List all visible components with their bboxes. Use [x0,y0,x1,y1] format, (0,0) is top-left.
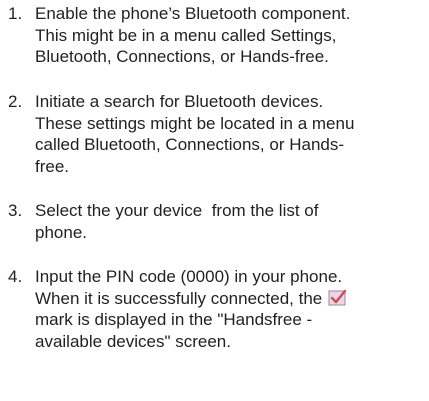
step-line: phone. [35,222,87,242]
step-line: Bluetooth, Connections, or Hands-free. [35,47,329,66]
step-line: When it is successfully connected, the [35,288,323,308]
step-number: 2. [8,92,23,111]
step-text: Initiate a search for Bluetooth devices.… [35,91,426,177]
step-text: Enable the phone’s Bluetooth component. … [35,3,426,68]
step-line: mark is displayed in the "Handsfree - [35,310,313,329]
step-line: Input the PIN code (0000) in your phone. [35,267,343,286]
step-line: Select the your device from the list of [35,201,319,220]
step-line: These settings might be located in a men… [35,113,355,133]
step-line: Initiate a search for Bluetooth devices. [35,92,324,111]
step-3: 3. Select the your device from the list … [8,200,426,243]
step-2: 2. Initiate a search for Bluetooth devic… [8,91,426,177]
step-1: 1. Enable the phone’s Bluetooth componen… [8,3,426,68]
step-line: This might be in a menu called Settings, [35,25,337,45]
step-line: Enable the phone’s Bluetooth component. [35,4,351,23]
step-text: Select the your device from the list of … [35,200,426,243]
step-number: 1. [8,4,23,23]
step-line: available devices" screen. [35,331,231,351]
step-line: called Bluetooth, Connections, or Hands- [35,135,345,154]
step-number: 4. [8,267,23,286]
step-line: free. [35,156,70,176]
step-number: 3. [8,201,23,220]
step-4: 4. Input the PIN code (0000) in your pho… [8,266,426,352]
step-text: Input the PIN code (0000) in your phone.… [35,266,426,352]
checkmark-icon [328,289,347,306]
